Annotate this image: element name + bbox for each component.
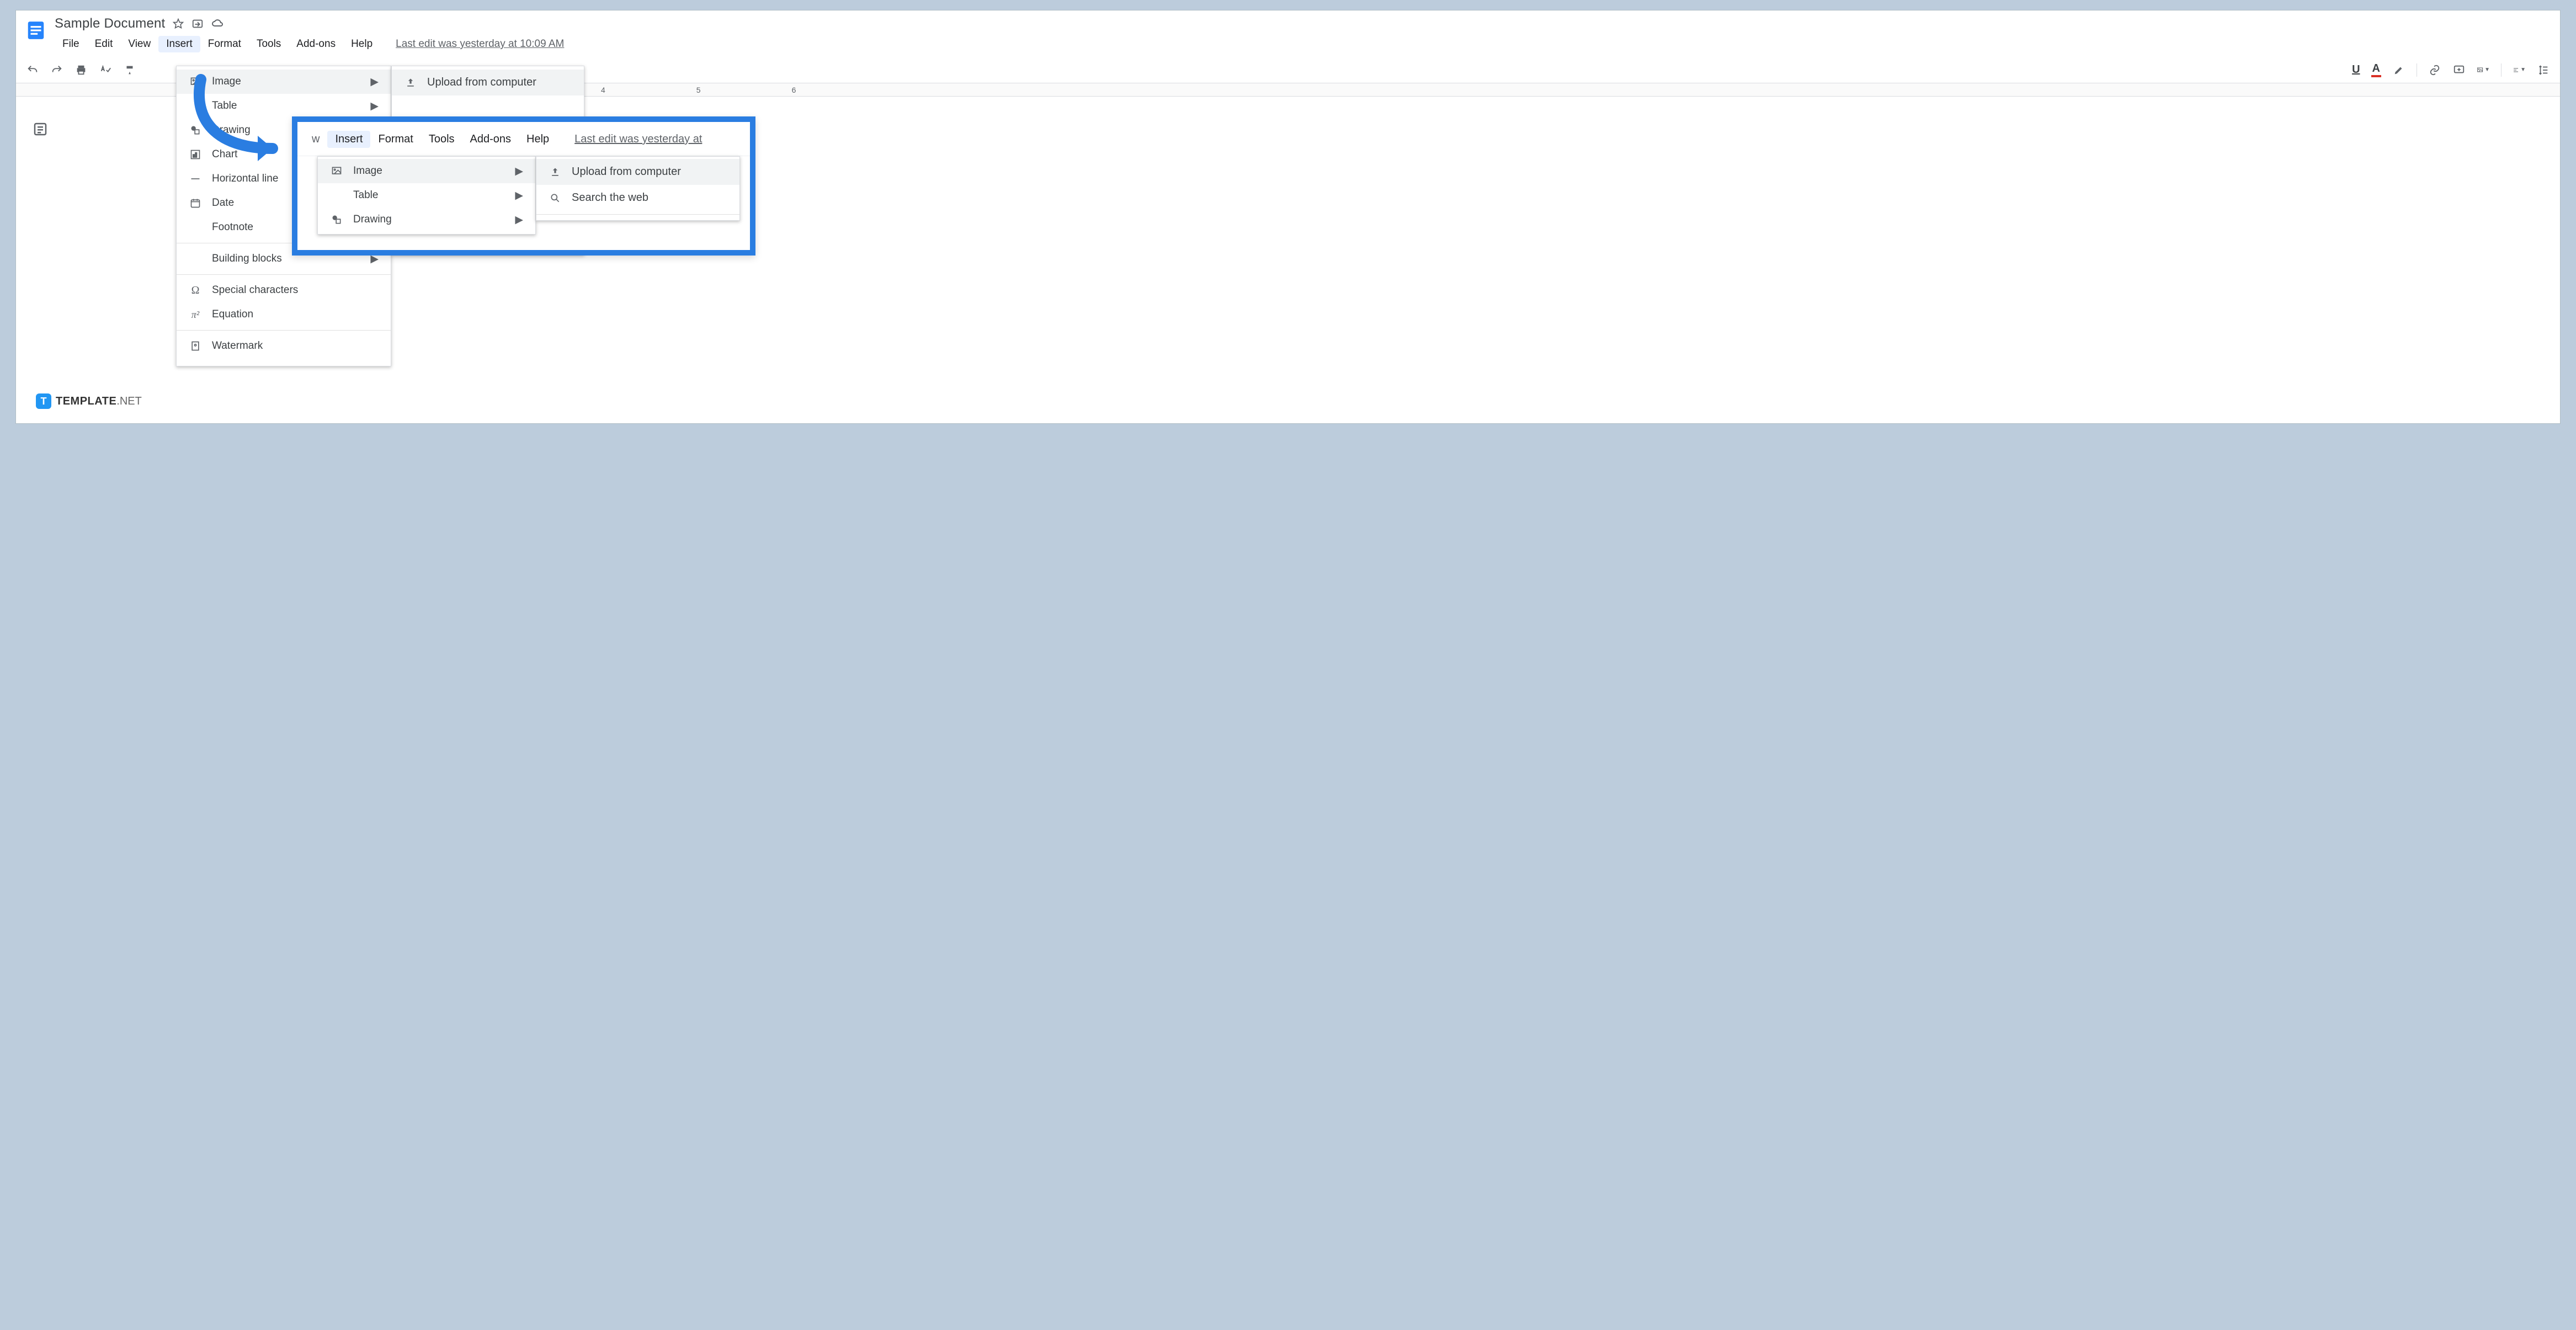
menu-label: Drawing <box>353 214 505 226</box>
menu-edit[interactable]: Edit <box>87 36 121 52</box>
insert-link-icon[interactable] <box>2428 63 2441 77</box>
submenu-arrow-icon: ▶ <box>515 165 523 178</box>
submenu-arrow-icon: ▶ <box>370 76 379 88</box>
menu-help[interactable]: Help <box>343 36 380 52</box>
menu-addons[interactable]: Add-ons <box>289 36 343 52</box>
line-spacing-icon[interactable] <box>2537 63 2550 77</box>
menu-label: Table <box>212 100 360 112</box>
move-icon[interactable] <box>191 18 204 30</box>
submenu-arrow-icon: ▶ <box>515 214 523 226</box>
underline-button[interactable]: U <box>2352 63 2360 76</box>
docs-logo[interactable] <box>23 14 49 47</box>
inset-upload-from-computer[interactable]: Upload from computer <box>536 159 739 185</box>
menubar: File Edit View Insert Format Tools Add-o… <box>55 35 2553 54</box>
add-comment-icon[interactable] <box>2452 63 2466 77</box>
inset-insert-drawing[interactable]: Drawing ▶ <box>318 208 535 232</box>
hline-icon <box>189 172 202 185</box>
inset-search-the-web[interactable]: Search the web <box>536 185 739 211</box>
submenu-arrow-icon: ▶ <box>515 189 523 202</box>
ruler-tick: 5 <box>696 86 701 94</box>
inset-menu-format[interactable]: Format <box>370 131 421 148</box>
align-icon[interactable]: ▼ <box>2513 63 2526 77</box>
blank-icon <box>330 189 343 202</box>
drawing-icon <box>189 124 202 137</box>
highlight-icon[interactable] <box>2392 63 2405 77</box>
watermark-text: .NET <box>116 395 142 407</box>
doc-title[interactable]: Sample Document <box>55 16 165 31</box>
menu-format[interactable]: Format <box>200 36 249 52</box>
inset-insert-dropdown: Image ▶ Table ▶ Drawing ▶ <box>317 156 536 235</box>
image-icon <box>330 164 343 178</box>
submenu-arrow-icon: ▶ <box>370 100 379 113</box>
insert-special-characters[interactable]: Ω Special characters <box>177 278 391 302</box>
ruler-tick: 4 <box>601 86 605 94</box>
insert-table[interactable]: Table ▶ <box>177 94 391 118</box>
inset-last-edit[interactable]: Last edit was yesterday at <box>569 131 707 148</box>
brand-logo-icon: T <box>36 393 51 409</box>
inset-menu-tools[interactable]: Tools <box>421 131 462 148</box>
template-net-watermark: T TEMPLATE.NET <box>36 393 142 409</box>
blank-icon <box>189 221 202 234</box>
inset-insert-image[interactable]: Image ▶ <box>318 159 535 183</box>
menu-label: Table <box>353 189 505 201</box>
upload-icon <box>404 77 417 88</box>
toolbar-separator <box>2501 63 2502 77</box>
spellcheck-icon[interactable] <box>99 63 112 77</box>
menu-view[interactable]: View <box>120 36 158 52</box>
search-icon <box>549 193 562 204</box>
zoom-inset: w Insert Format Tools Add-ons Help Last … <box>292 116 755 256</box>
menu-file[interactable]: File <box>55 36 87 52</box>
menu-separator <box>177 330 391 331</box>
inset-menu-addons[interactable]: Add-ons <box>462 131 519 148</box>
last-edit-link[interactable]: Last edit was yesterday at 10:09 AM <box>390 36 570 52</box>
app-frame: Sample Document File Edit View Insert Fo… <box>15 10 2561 424</box>
menu-label: Watermark <box>212 340 379 352</box>
print-icon[interactable] <box>74 63 88 77</box>
pi-icon: π² <box>189 308 202 321</box>
table-icon <box>189 99 202 113</box>
inset-menu-insert[interactable]: Insert <box>327 131 370 148</box>
date-icon <box>189 196 202 210</box>
header: Sample Document File Edit View Insert Fo… <box>16 10 2560 54</box>
menu-insert[interactable]: Insert <box>158 36 200 52</box>
inset-insert-table[interactable]: Table ▶ <box>318 183 535 208</box>
menu-label: Special characters <box>212 284 379 296</box>
watermark-icon <box>189 339 202 353</box>
star-icon[interactable] <box>173 18 184 29</box>
chart-icon <box>189 148 202 161</box>
inset-image-submenu: Upload from computer Search the web <box>536 156 740 221</box>
drawing-icon <box>330 213 343 226</box>
upload-from-computer[interactable]: Upload from computer <box>392 70 584 95</box>
upload-icon <box>549 167 562 178</box>
inset-menubar: w Insert Format Tools Add-ons Help Last … <box>297 122 750 156</box>
insert-watermark[interactable]: Watermark <box>177 334 391 358</box>
omega-icon: Ω <box>189 284 202 297</box>
watermark-text: TEMPLATE <box>56 395 116 407</box>
redo-icon[interactable] <box>50 63 63 77</box>
insert-image[interactable]: Image ▶ <box>177 70 391 94</box>
menu-label: Image <box>353 165 505 177</box>
document-outline-button[interactable] <box>27 121 54 137</box>
insert-image-icon[interactable]: ▼ <box>2477 63 2490 77</box>
ruler-tick: 6 <box>792 86 796 94</box>
text-color-button[interactable]: A <box>2371 62 2381 77</box>
menu-tools[interactable]: Tools <box>249 36 289 52</box>
menu-separator <box>177 274 391 275</box>
menu-label: Upload from computer <box>572 166 681 178</box>
menu-label: Image <box>212 76 360 88</box>
inset-menu-help[interactable]: Help <box>519 131 557 148</box>
menu-separator <box>536 214 739 215</box>
blank-icon <box>189 252 202 265</box>
cloud-status-icon[interactable] <box>211 17 225 30</box>
image-icon <box>189 75 202 88</box>
menu-label: Upload from computer <box>427 76 536 89</box>
menu-label: Equation <box>212 308 379 321</box>
menu-label: Search the web <box>572 191 648 204</box>
insert-equation[interactable]: π² Equation <box>177 302 391 327</box>
paint-format-icon[interactable] <box>123 63 136 77</box>
undo-icon[interactable] <box>26 63 39 77</box>
